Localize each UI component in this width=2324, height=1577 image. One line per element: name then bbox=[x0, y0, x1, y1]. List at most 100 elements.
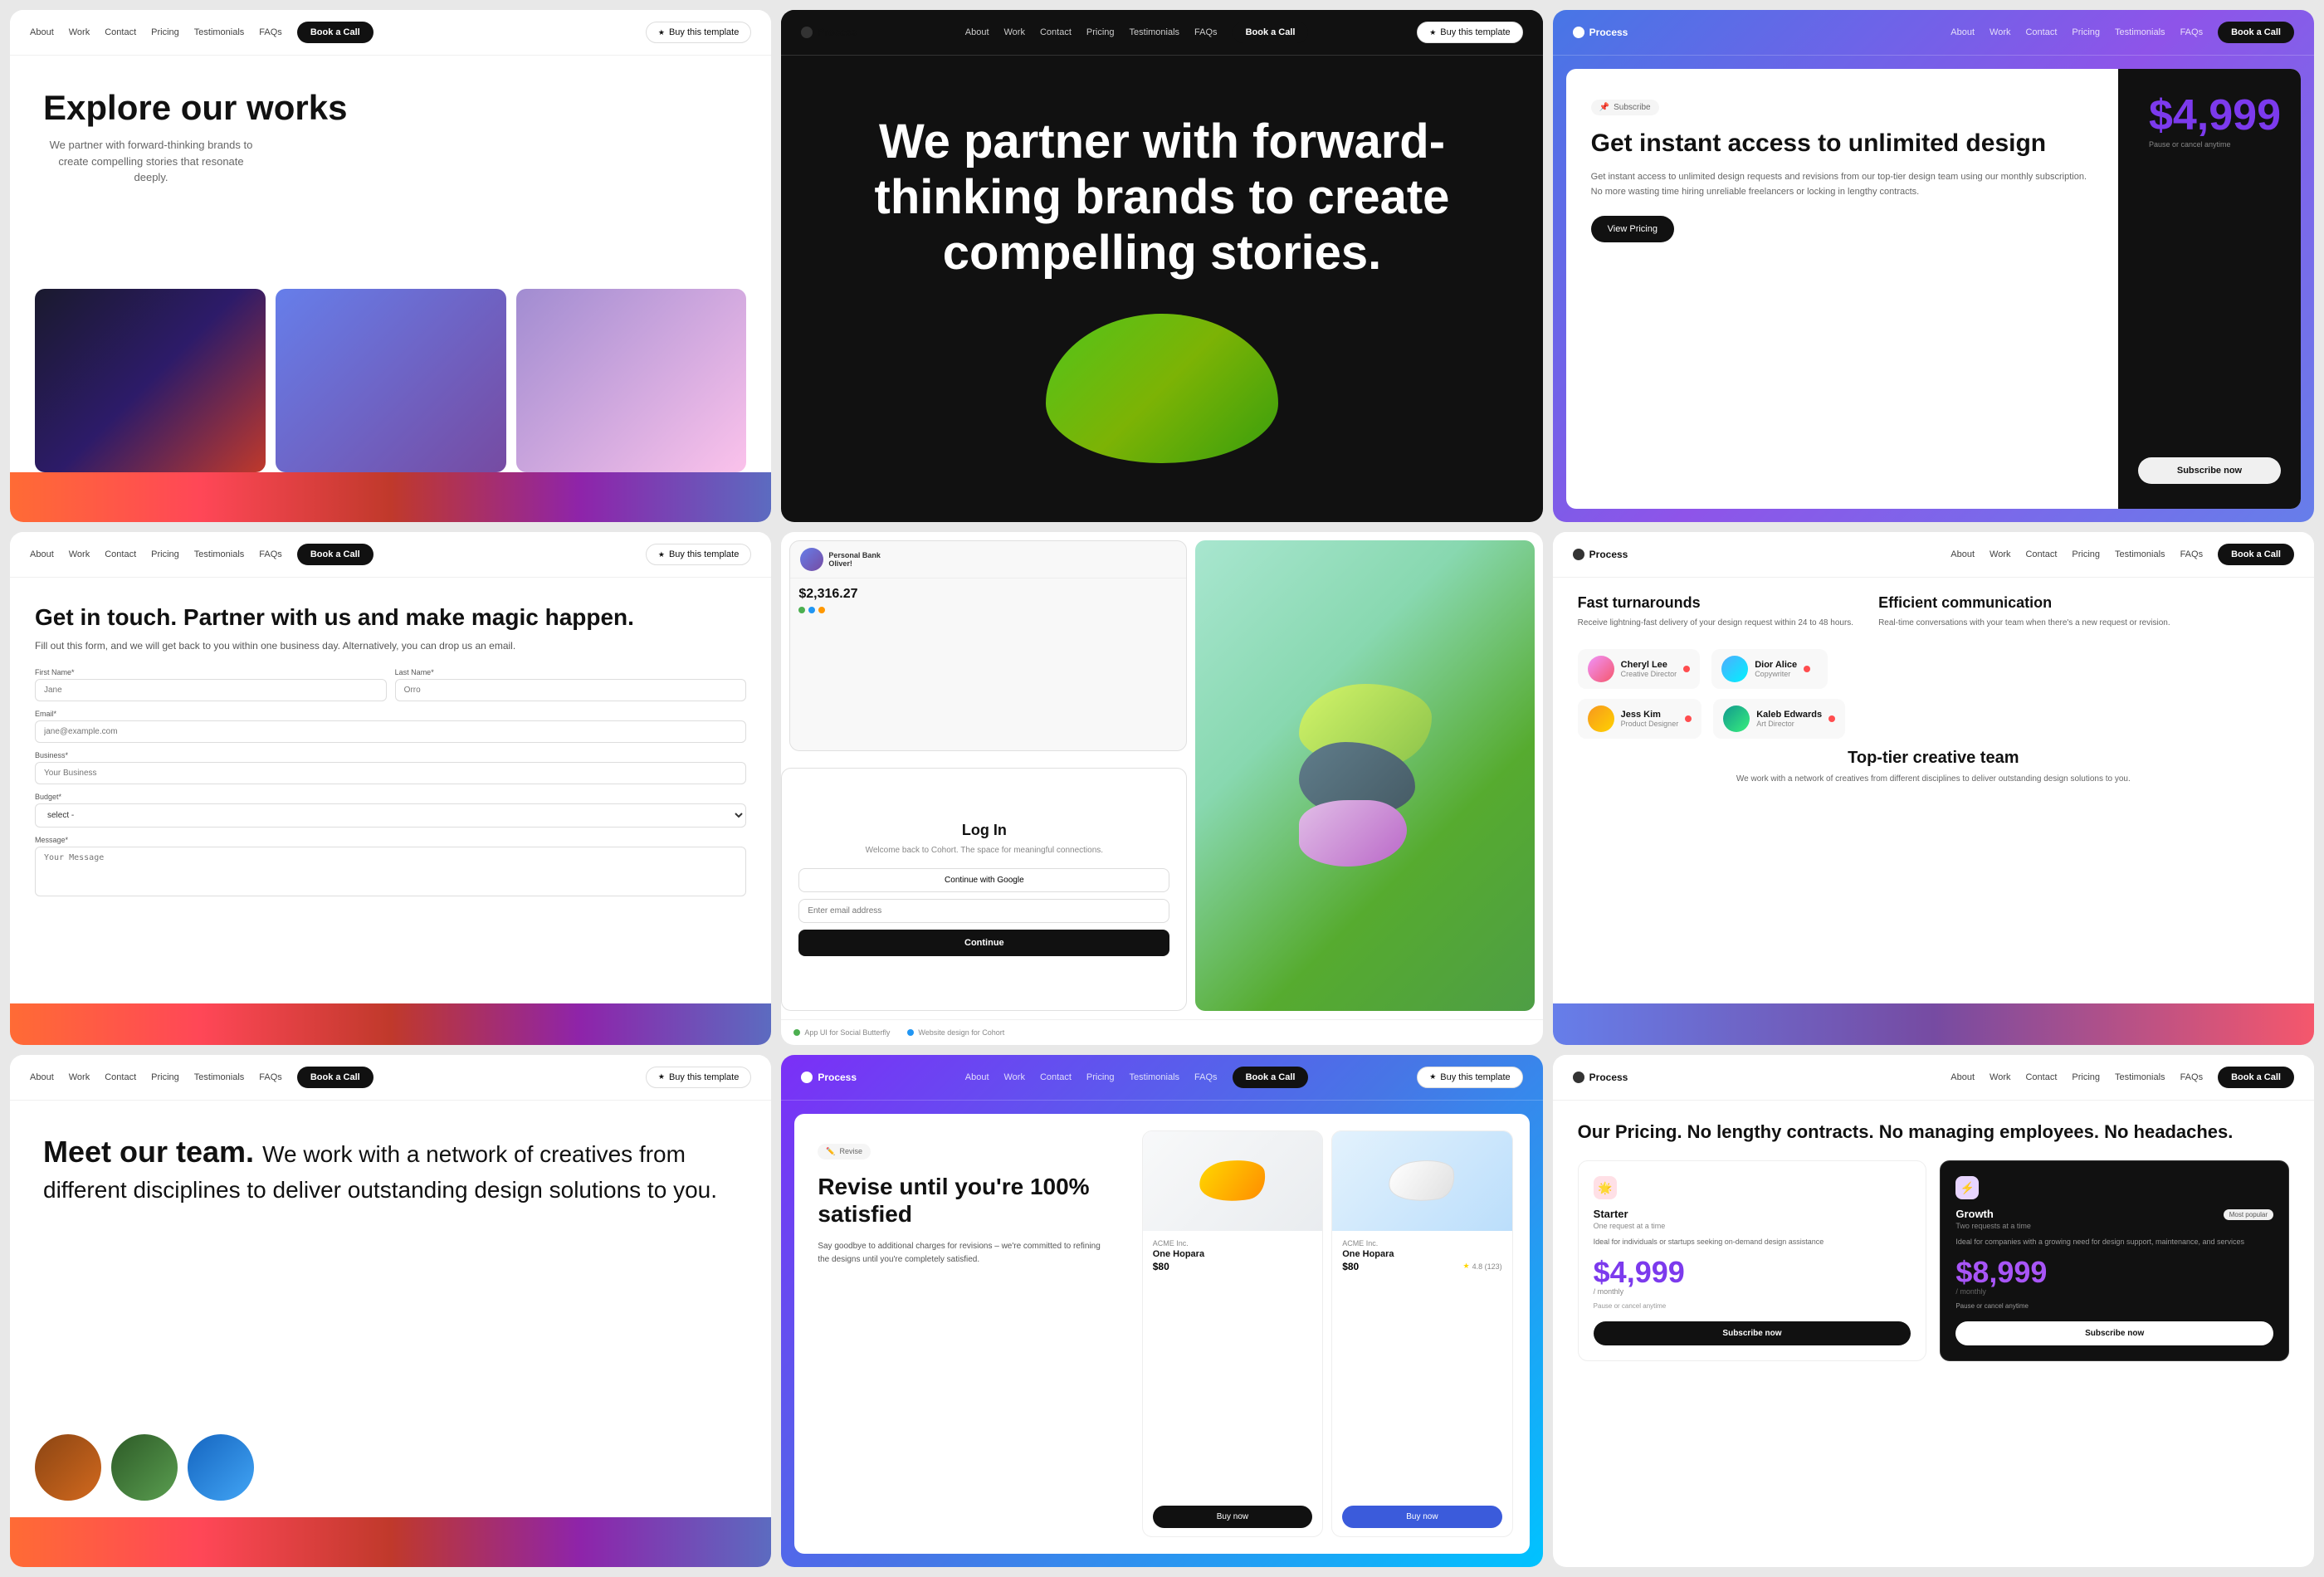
book-call-btn-9[interactable]: Book a Call bbox=[2218, 1067, 2294, 1088]
nav-testimonials-7[interactable]: Testimonials bbox=[194, 1072, 245, 1082]
nav-work-6[interactable]: Work bbox=[1990, 549, 2010, 559]
nav-contact-7[interactable]: Contact bbox=[105, 1072, 136, 1082]
nav-work-4[interactable]: Work bbox=[69, 549, 90, 559]
nav-faqs-2[interactable]: FAQs bbox=[1194, 27, 1218, 37]
buy-template-btn-8[interactable]: Buy this template bbox=[1417, 1067, 1522, 1088]
dot-orange bbox=[818, 607, 825, 613]
nav-pricing-7[interactable]: Pricing bbox=[151, 1072, 179, 1082]
nav-testimonials-1[interactable]: Testimonials bbox=[194, 27, 245, 37]
nav-about-3[interactable]: About bbox=[1950, 27, 1975, 37]
nav-faqs-8[interactable]: FAQs bbox=[1194, 1072, 1218, 1082]
nav-about-9[interactable]: About bbox=[1950, 1072, 1975, 1082]
nav-about-6[interactable]: About bbox=[1950, 549, 1975, 559]
nav-contact-9[interactable]: Contact bbox=[2025, 1072, 2057, 1082]
book-call-btn-8[interactable]: Book a Call bbox=[1233, 1067, 1309, 1088]
nav-about-1[interactable]: About bbox=[30, 27, 54, 37]
card-partner: Process About Work Contact Pricing Testi… bbox=[781, 10, 1542, 522]
buy-template-btn-7[interactable]: Buy this template bbox=[646, 1067, 751, 1088]
buy-template-btn-4[interactable]: Buy this template bbox=[646, 544, 751, 565]
login-continue-btn[interactable]: Continue bbox=[798, 930, 1169, 956]
subscribe-btn[interactable]: Subscribe now bbox=[2138, 457, 2281, 484]
budget-select[interactable]: select - bbox=[35, 803, 746, 828]
nav-work-1[interactable]: Work bbox=[69, 27, 90, 37]
nav-contact-8[interactable]: Contact bbox=[1040, 1072, 1072, 1082]
email-input[interactable] bbox=[35, 720, 746, 743]
role-jess: Product Designer bbox=[1621, 720, 1679, 728]
view-pricing-btn[interactable]: View Pricing bbox=[1591, 216, 1674, 242]
last-name-input[interactable] bbox=[395, 679, 747, 701]
nav-about-8[interactable]: About bbox=[965, 1072, 989, 1082]
growth-subscribe-btn[interactable]: Subscribe now bbox=[1955, 1321, 2273, 1345]
nav-pricing-4[interactable]: Pricing bbox=[151, 549, 179, 559]
buy-template-btn-2[interactable]: Buy this template bbox=[1417, 22, 1522, 43]
avatar-jess bbox=[1588, 706, 1614, 732]
first-name-input[interactable] bbox=[35, 679, 387, 701]
team-avatar-1 bbox=[35, 1434, 101, 1501]
work-thumb-2 bbox=[276, 289, 506, 472]
card4-title-rest: Partner with us and make magic happen. bbox=[183, 604, 634, 630]
phone-icon bbox=[793, 1028, 801, 1037]
nav-faqs-6[interactable]: FAQs bbox=[2180, 549, 2204, 559]
nav-testimonials-6[interactable]: Testimonials bbox=[2115, 549, 2165, 559]
buy-template-btn-1[interactable]: Buy this template bbox=[646, 22, 751, 43]
nav-contact-1[interactable]: Contact bbox=[105, 27, 136, 37]
nav-faqs-1[interactable]: FAQs bbox=[259, 27, 282, 37]
role-dior: Copywriter bbox=[1755, 670, 1797, 678]
nav-work-8[interactable]: Work bbox=[1004, 1072, 1025, 1082]
revise-badge-text: Revise bbox=[840, 1147, 863, 1155]
card-portfolio: Personal Bank Oliver! $2,316.27 Log In W… bbox=[781, 532, 1542, 1044]
business-input[interactable] bbox=[35, 762, 746, 784]
nav-faqs-3[interactable]: FAQs bbox=[2180, 27, 2204, 37]
card7-gradient bbox=[10, 1517, 771, 1567]
login-email-input[interactable] bbox=[798, 899, 1169, 923]
book-call-btn-1[interactable]: Book a Call bbox=[297, 22, 374, 43]
buy-product-btn-1[interactable]: Buy now bbox=[1153, 1506, 1312, 1528]
navbar-3: Process About Work Contact Pricing Testi… bbox=[1553, 10, 2314, 56]
book-call-btn-4[interactable]: Book a Call bbox=[297, 544, 374, 565]
nav-faqs-7[interactable]: FAQs bbox=[259, 1072, 282, 1082]
nav-contact-3[interactable]: Contact bbox=[2025, 27, 2057, 37]
logo-text-3: Process bbox=[1589, 27, 1628, 38]
nav-faqs-9[interactable]: FAQs bbox=[2180, 1072, 2204, 1082]
nav-about-2[interactable]: About bbox=[965, 27, 989, 37]
nav-pricing-2[interactable]: Pricing bbox=[1086, 27, 1115, 37]
team-info-dior: Dior Alice Copywriter bbox=[1755, 660, 1797, 678]
nav-contact-2[interactable]: Contact bbox=[1040, 27, 1072, 37]
login-google-btn[interactable]: Continue with Google bbox=[798, 868, 1169, 892]
book-call-btn-6[interactable]: Book a Call bbox=[2218, 544, 2294, 565]
book-call-btn-2[interactable]: Book a Call bbox=[1233, 22, 1309, 43]
nav-testimonials-3[interactable]: Testimonials bbox=[2115, 27, 2165, 37]
nav-pricing-6[interactable]: Pricing bbox=[2072, 549, 2100, 559]
nav-pricing-9[interactable]: Pricing bbox=[2072, 1072, 2100, 1082]
starter-name: Starter bbox=[1594, 1208, 1911, 1220]
nav-about-4[interactable]: About bbox=[30, 549, 54, 559]
nav-logo-8: Process bbox=[801, 1072, 857, 1083]
nav-testimonials-8[interactable]: Testimonials bbox=[1130, 1072, 1180, 1082]
nav-testimonials-9[interactable]: Testimonials bbox=[2115, 1072, 2165, 1082]
starter-subscribe-btn[interactable]: Subscribe now bbox=[1594, 1321, 1911, 1345]
app-content: $2,316.27 bbox=[790, 579, 1186, 622]
book-call-btn-3[interactable]: Book a Call bbox=[2218, 22, 2294, 43]
nav-pricing-3[interactable]: Pricing bbox=[2072, 27, 2100, 37]
nav-work-7[interactable]: Work bbox=[69, 1072, 90, 1082]
nav-testimonials-2[interactable]: Testimonials bbox=[1130, 27, 1180, 37]
nav-work-2[interactable]: Work bbox=[1004, 27, 1025, 37]
nav-contact-6[interactable]: Contact bbox=[2025, 549, 2057, 559]
nav-work-3[interactable]: Work bbox=[1990, 27, 2010, 37]
product-info-2: ACME Inc. One Hopara $80 4.8 (123) bbox=[1332, 1231, 1511, 1506]
screenshot-left: Personal Bank Oliver! $2,316.27 Log In W… bbox=[781, 532, 1195, 1018]
nav-work-9[interactable]: Work bbox=[1990, 1072, 2010, 1082]
nav-faqs-4[interactable]: FAQs bbox=[259, 549, 282, 559]
buy-product-btn-2[interactable]: Buy now bbox=[1342, 1506, 1501, 1528]
book-call-btn-7[interactable]: Book a Call bbox=[297, 1067, 374, 1088]
nav-about-7[interactable]: About bbox=[30, 1072, 54, 1082]
growth-cancel: Pause or cancel anytime bbox=[1955, 1302, 2273, 1310]
starter-price: $4,999 bbox=[1594, 1257, 1911, 1287]
nav-pricing-1[interactable]: Pricing bbox=[151, 27, 179, 37]
message-textarea[interactable] bbox=[35, 847, 746, 896]
feature1-desc: Receive lightning-fast delivery of your … bbox=[1578, 617, 1853, 629]
nav-contact-4[interactable]: Contact bbox=[105, 549, 136, 559]
nav-testimonials-4[interactable]: Testimonials bbox=[194, 549, 245, 559]
navbar-8: Process About Work Contact Pricing Testi… bbox=[781, 1055, 1542, 1101]
nav-pricing-8[interactable]: Pricing bbox=[1086, 1072, 1115, 1082]
